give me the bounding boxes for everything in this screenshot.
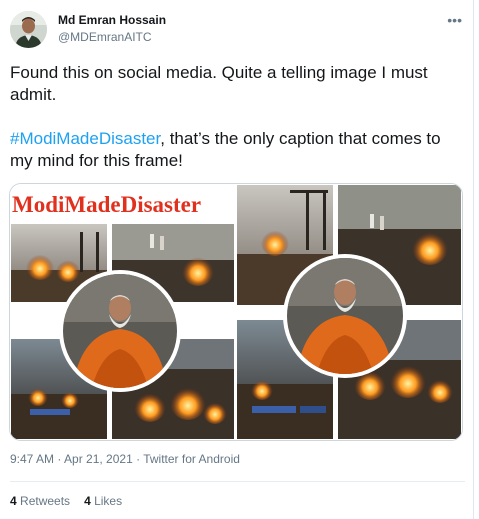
tweet-header: Md Emran Hossain @MDEmranAITC ••• <box>10 10 465 52</box>
likes-stat[interactable]: 4 Likes <box>84 494 122 508</box>
retweets-count: 4 <box>10 494 17 508</box>
banner-text: ModiMadeDisaster <box>12 192 201 217</box>
avatar[interactable] <box>10 11 47 48</box>
tweet-body: Found this on social media. Quite a tell… <box>10 62 465 194</box>
media-collage: ModiMadeDisaster <box>10 184 462 440</box>
author-display-name[interactable]: Md Emran Hossain <box>58 13 166 27</box>
author-handle[interactable]: @MDEmranAITC <box>58 30 152 44</box>
divider <box>10 481 465 482</box>
hashtag-link[interactable]: #ModiMadeDisaster <box>10 129 160 148</box>
tweet-media-image[interactable]: ModiMadeDisaster <box>9 183 463 441</box>
tweet-text-paragraph-1: Found this on social media. Quite a tell… <box>10 63 428 104</box>
retweets-label: Retweets <box>20 494 71 508</box>
likes-count: 4 <box>84 494 91 508</box>
more-options-icon[interactable]: ••• <box>447 12 462 28</box>
tweet-card: Md Emran Hossain @MDEmranAITC ••• Found … <box>0 0 474 519</box>
tweet-stats: 4 Retweets 4 Likes <box>10 494 136 508</box>
likes-label: Likes <box>94 494 123 508</box>
tweet-text-paragraph-2: #ModiMadeDisaster, that’s the only capti… <box>10 128 465 172</box>
retweets-stat[interactable]: 4 Retweets <box>10 494 70 508</box>
tweet-timestamp[interactable]: 9:47 AM · Apr 21, 2021 · Twitter for And… <box>10 452 240 466</box>
